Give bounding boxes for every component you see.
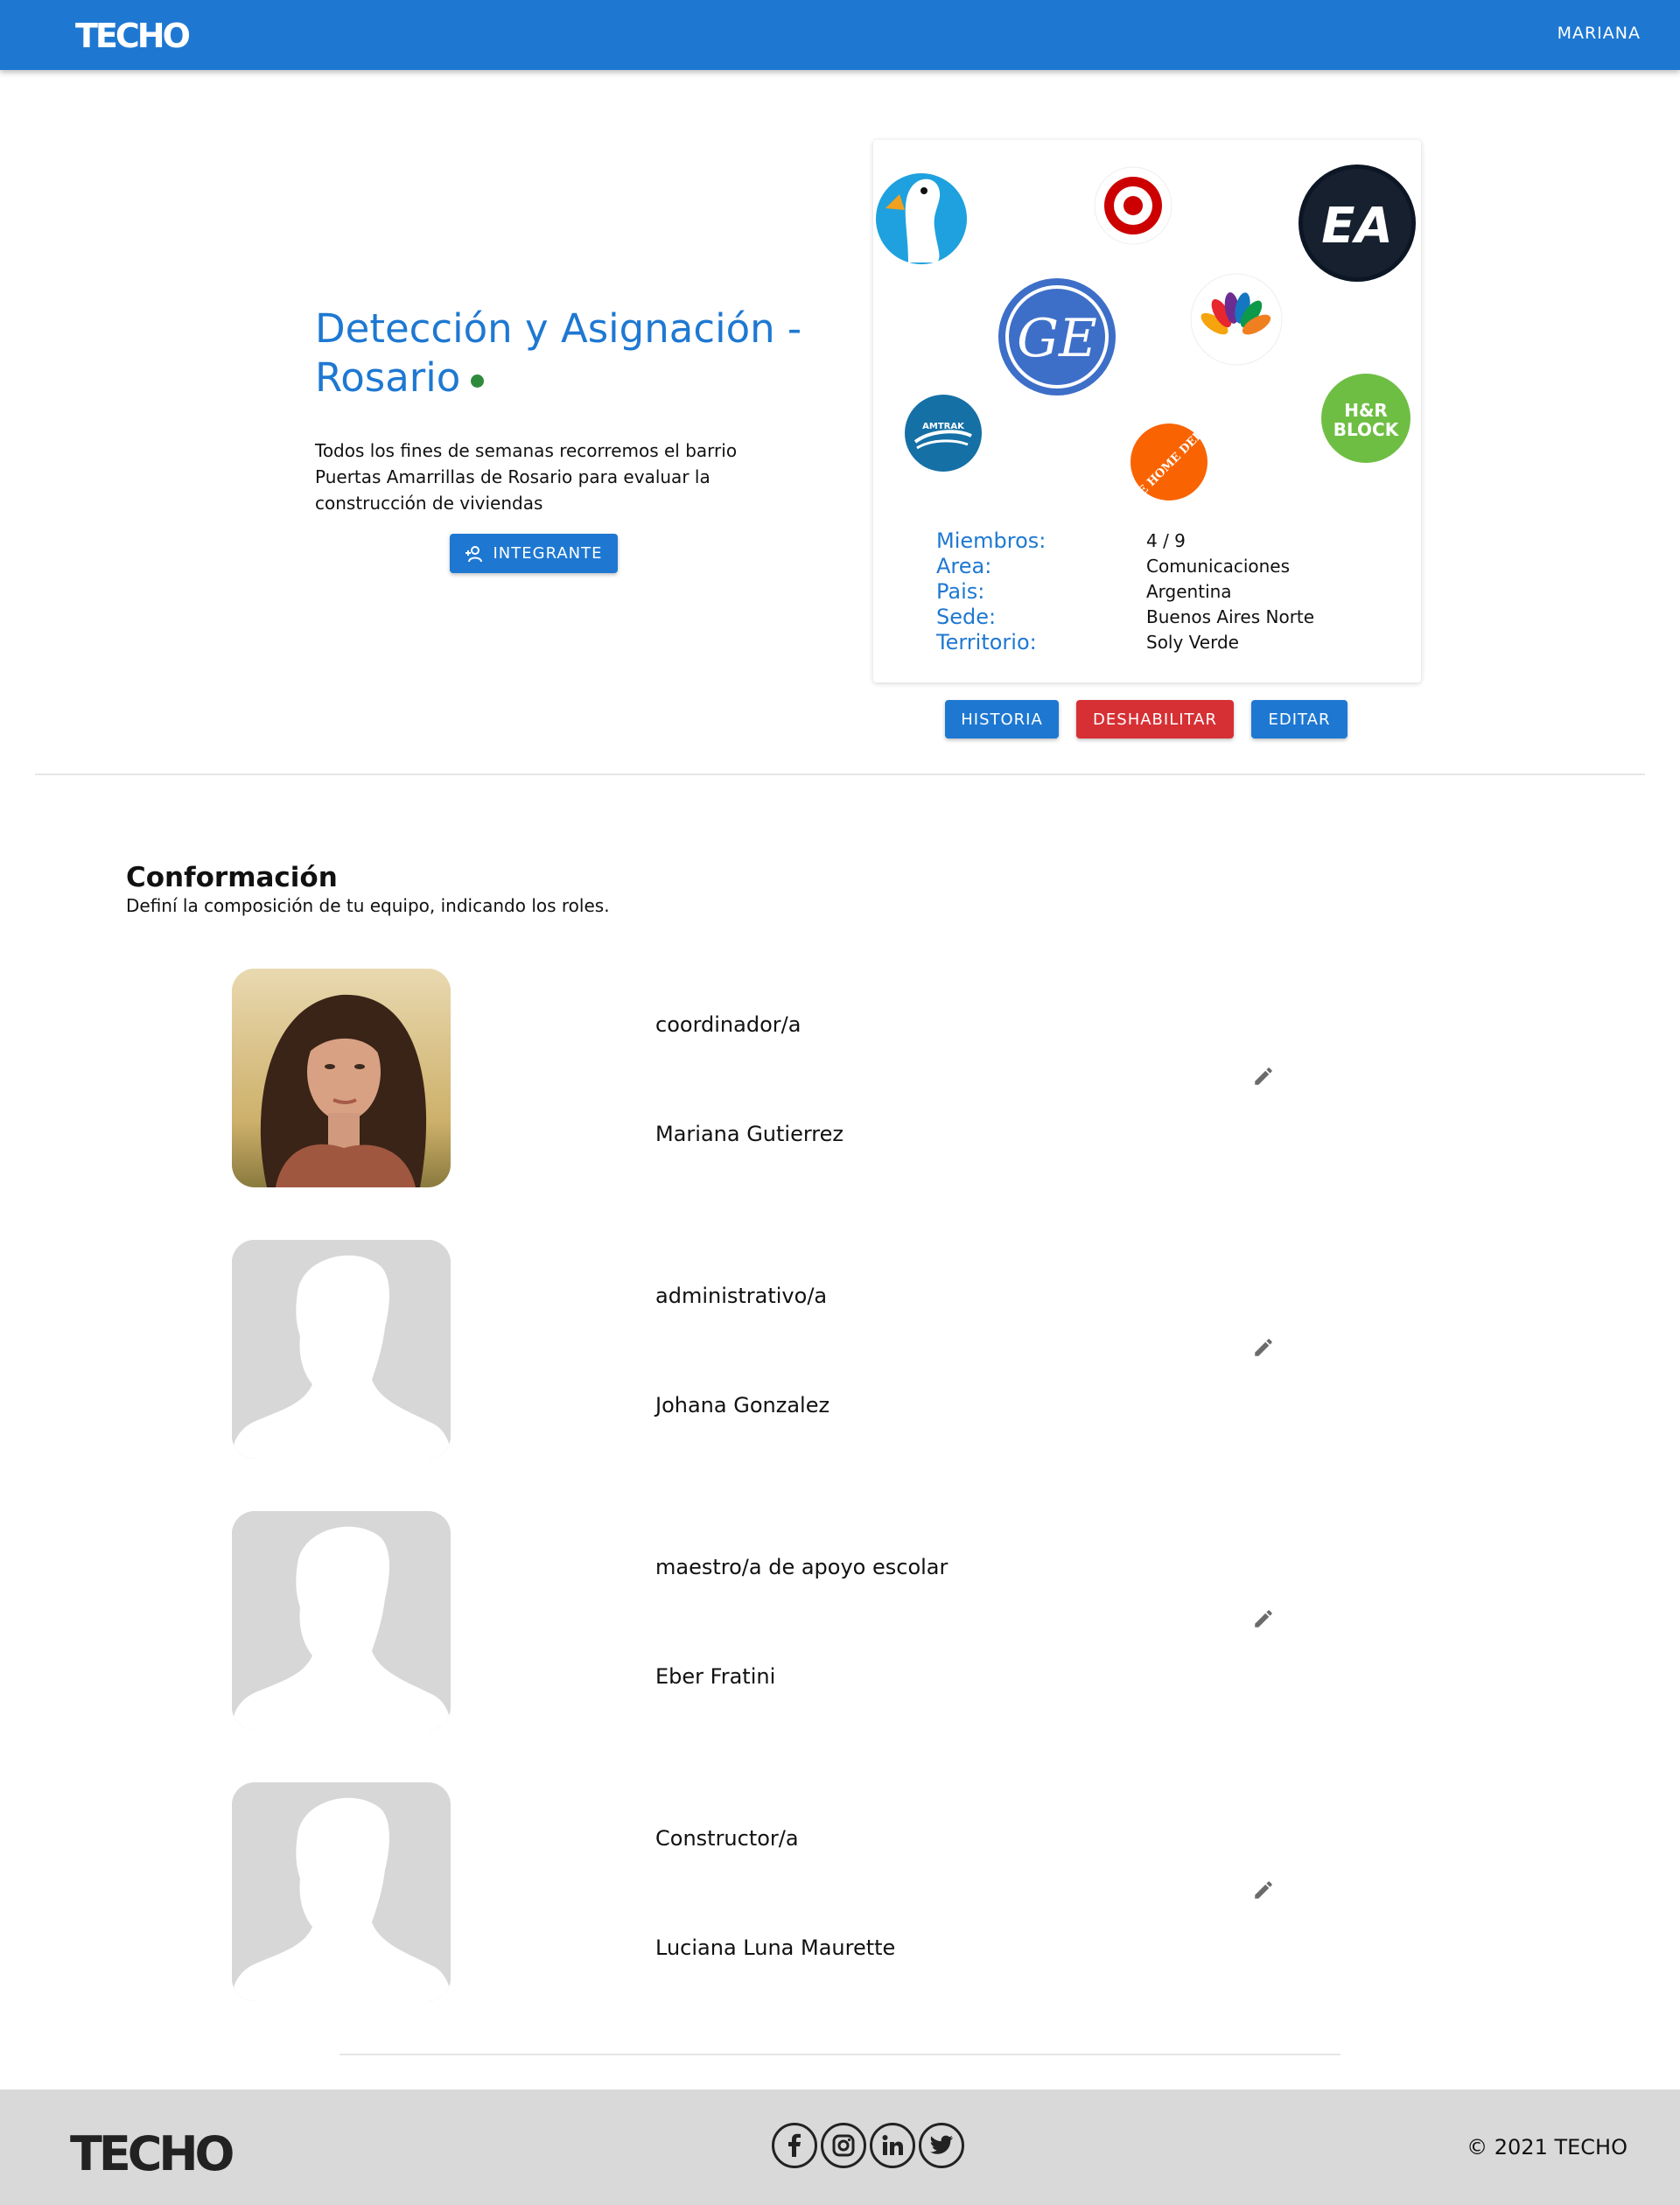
pencil-icon: [1255, 1610, 1272, 1628]
info-row-members: Miembros: 4 / 9: [936, 528, 1374, 553]
top-app-bar: TECHO MARIANA: [0, 0, 1680, 70]
group-description: Todos los fines de semanas recorremos el…: [315, 440, 738, 514]
info-label: Miembros:: [936, 528, 1046, 553]
techo-logo[interactable]: TECHO: [75, 12, 198, 60]
member-name: Luciana Luna Maurette: [655, 1936, 896, 1960]
person-silhouette-icon: [232, 1511, 451, 1730]
group-title: Detección y Asignación - Rosario: [315, 304, 805, 402]
section-divider: [340, 2054, 1340, 2055]
group-info-card: EA GE AMTRAK THE HOME DEPOT H&R BLOCK Mi…: [873, 140, 1421, 682]
section-subtitle: Definí la composición de tu equipo, indi…: [126, 895, 610, 916]
copyright-text: © 2021 TECHO: [1466, 2135, 1628, 2160]
avatar-placeholder: [232, 1240, 451, 1459]
info-label: Territorio:: [936, 629, 1037, 654]
member-role: coordinador/a: [655, 1012, 802, 1037]
avatar-placeholder: [232, 1511, 451, 1730]
user-menu-button[interactable]: MARIANA: [1558, 24, 1641, 43]
member-row: coordinador/a Mariana Gutierrez: [232, 969, 1299, 1187]
edit-member-button[interactable]: [1249, 1875, 1278, 1905]
member-photo: [232, 969, 451, 1187]
group-info-list: Miembros: 4 / 9 Area: Comunicaciones Pai…: [936, 528, 1374, 654]
info-label: Area:: [936, 553, 992, 578]
person-add-icon: [466, 545, 483, 562]
info-row-country: Pais: Argentina: [936, 578, 1374, 604]
instagram-icon[interactable]: [821, 2123, 866, 2168]
facebook-icon[interactable]: [772, 2123, 817, 2168]
section-divider: [35, 774, 1645, 775]
info-value: 4 / 9: [1146, 529, 1186, 551]
ea-icon: EA: [1298, 164, 1416, 282]
edit-member-button[interactable]: [1249, 1061, 1278, 1091]
ge-text: GE: [1017, 308, 1097, 369]
ea-text: EA: [1321, 198, 1393, 255]
info-value: Comunicaciones: [1146, 555, 1291, 577]
edit-group-button[interactable]: EDITAR: [1251, 700, 1348, 738]
footer-logo-text: TECHO: [70, 2126, 234, 2179]
amtrak-text: AMTRAK: [922, 422, 965, 431]
member-row: maestro/a de apoyo escolar Eber Fratini: [232, 1511, 1299, 1730]
person-silhouette-icon: [232, 1240, 451, 1459]
add-member-label: INTEGRANTE: [493, 544, 603, 563]
social-links: [772, 2123, 964, 2168]
group-title-text: Detección y Asignación - Rosario: [315, 305, 802, 401]
section-title: Conformación: [126, 862, 338, 893]
info-label: Sede:: [936, 604, 997, 629]
hr-text-1: H&R: [1344, 400, 1388, 421]
pencil-icon: [1255, 1339, 1272, 1356]
home-depot-icon: THE HOME DEPOT: [1123, 415, 1219, 511]
status-active-dot: [471, 374, 485, 388]
member-row: Constructor/a Luciana Luna Maurette: [232, 1782, 1299, 2001]
disable-button[interactable]: DESHABILITAR: [1076, 700, 1234, 738]
aflac-duck-icon: [876, 173, 967, 264]
edit-member-button[interactable]: [1249, 1333, 1278, 1362]
member-name: Mariana Gutierrez: [655, 1122, 844, 1146]
info-value: Argentina: [1146, 580, 1232, 602]
info-label: Pais:: [936, 578, 985, 604]
hr-text-2: BLOCK: [1334, 419, 1400, 440]
history-button[interactable]: HISTORIA: [945, 700, 1059, 738]
member-name: Eber Fratini: [655, 1664, 776, 1689]
logo-text: TECHO: [75, 17, 190, 55]
linkedin-icon[interactable]: [870, 2123, 915, 2168]
member-name: Johana Gonzalez: [655, 1393, 830, 1418]
info-value: Soly Verde: [1146, 631, 1239, 653]
techo-footer-logo[interactable]: TECHO: [70, 2126, 245, 2182]
ge-icon: GE: [998, 278, 1116, 396]
pencil-icon: [1255, 1881, 1272, 1899]
footer: TECHO © 2021 TECHO: [0, 2090, 1680, 2205]
member-role: administrativo/a: [655, 1284, 828, 1308]
info-row-territory: Territorio: Soly Verde: [936, 629, 1374, 654]
amtrak-icon: AMTRAK: [905, 395, 982, 472]
info-row-area: Area: Comunicaciones: [936, 553, 1374, 578]
hr-block-icon: H&R BLOCK: [1321, 374, 1410, 463]
member-role: maestro/a de apoyo escolar: [655, 1555, 948, 1579]
target-icon: [1094, 166, 1172, 245]
member-row: administrativo/a Johana Gonzalez: [232, 1240, 1299, 1459]
info-row-site: Sede: Buenos Aires Norte: [936, 604, 1374, 629]
info-value: Buenos Aires Norte: [1146, 606, 1315, 627]
nbc-peacock-icon: [1190, 273, 1283, 366]
twitter-icon[interactable]: [919, 2123, 964, 2168]
pencil-icon: [1255, 1068, 1272, 1085]
add-member-button[interactable]: INTEGRANTE: [450, 534, 618, 573]
avatar-placeholder: [232, 1782, 451, 2001]
edit-member-button[interactable]: [1249, 1604, 1278, 1634]
member-role: Constructor/a: [655, 1826, 799, 1851]
person-silhouette-icon: [232, 1782, 451, 2001]
sponsor-logos: EA GE AMTRAK THE HOME DEPOT H&R BLOCK: [876, 164, 1416, 512]
